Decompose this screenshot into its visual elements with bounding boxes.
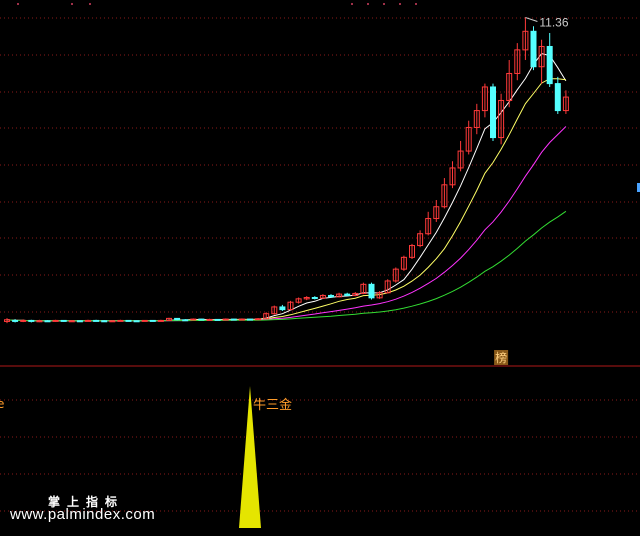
top-marker-dot: [351, 3, 353, 5]
top-marker-dot: [367, 3, 369, 5]
candle-body: [230, 318, 237, 321]
watermark-url: www.palmindex.com: [10, 506, 156, 523]
candle-body: [157, 319, 164, 322]
candle-body: [368, 283, 375, 299]
candle-body: [101, 320, 108, 323]
candle-body: [52, 319, 59, 322]
candle-body: [85, 319, 91, 322]
moving-average-line: [6, 210, 567, 322]
candle-body: [279, 306, 286, 311]
candle-body: [174, 317, 181, 321]
candle-body: [255, 318, 262, 321]
candle-body: [182, 319, 189, 322]
candle-body: [222, 318, 229, 321]
indicator-left-marker: e: [0, 397, 4, 411]
candle-body: [328, 294, 334, 298]
candle-body: [76, 320, 83, 323]
top-marker-dot: [415, 3, 417, 5]
candle-body: [93, 319, 100, 322]
moving-average-line: [6, 126, 567, 322]
candle-body: [109, 320, 116, 323]
candle-body: [60, 319, 67, 322]
candle-body: [554, 83, 561, 112]
top-marker-dot: [383, 3, 385, 5]
candle-body: [214, 318, 221, 321]
candle-body: [125, 319, 132, 322]
candle-body: [530, 30, 537, 68]
candle-body: [141, 319, 148, 322]
candle-body: [546, 45, 553, 85]
top-marker-dot: [17, 3, 19, 5]
top-marker-dot: [89, 3, 91, 5]
candle-body: [36, 320, 43, 323]
badge-label: 榜: [495, 350, 507, 365]
high-label-leader: [525, 16, 538, 22]
chart-stage: 11.36 榜牛三金 e: [0, 0, 640, 532]
candle-body: [44, 320, 51, 323]
top-marker-dot: [399, 3, 401, 5]
high-price-label: 11.36: [539, 15, 568, 29]
candle-body: [149, 319, 156, 322]
candle-body: [12, 319, 19, 322]
signal-label: 牛三金: [253, 397, 292, 413]
candle-body: [28, 319, 35, 322]
candle-body: [133, 320, 140, 323]
candle-body: [247, 318, 253, 321]
candle-body: [68, 320, 75, 323]
candle-body: [344, 293, 351, 296]
top-marker-dot: [71, 3, 73, 5]
candle-body: [117, 319, 124, 322]
candle-body: [198, 318, 205, 321]
candle-body: [206, 318, 213, 321]
candle-body: [490, 86, 496, 139]
candle-body: [20, 319, 27, 322]
candle-body: [238, 318, 245, 321]
candlestick-chart: 11.36 榜牛三金 e: [0, 3, 640, 528]
candle-body: [311, 296, 318, 299]
moving-average-line: [6, 78, 566, 322]
